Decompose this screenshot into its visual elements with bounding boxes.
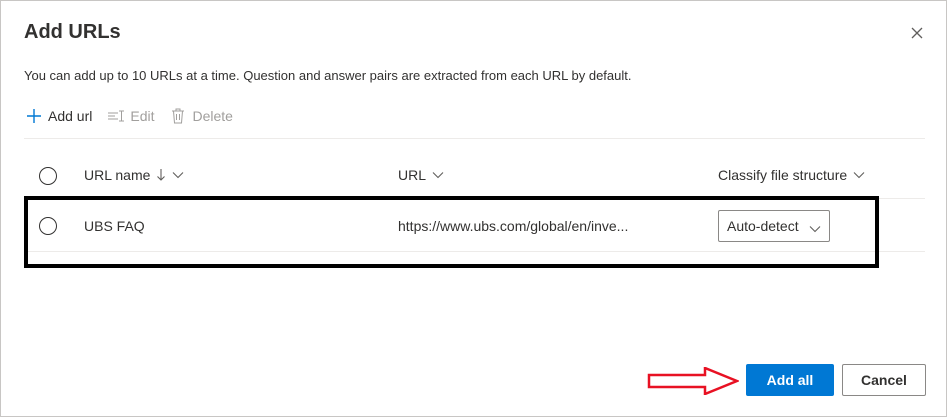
sort-down-arrow-icon	[156, 168, 166, 182]
column-header-label: URL	[398, 167, 427, 183]
dialog-title: Add URLs	[24, 21, 121, 43]
column-header-classify[interactable]: Classify file structure	[718, 167, 865, 183]
header-divider	[24, 198, 925, 199]
delete-button[interactable]: Delete	[168, 106, 233, 126]
table-header-row: URL name URL Classify file structure	[24, 156, 925, 196]
classify-dropdown-value: Auto-detect	[727, 218, 799, 234]
chevron-down-icon	[172, 171, 184, 179]
toolbar: Add url Edit Delete	[24, 105, 247, 127]
close-button[interactable]	[907, 23, 927, 43]
chevron-down-icon	[809, 220, 821, 236]
add-url-label: Add url	[48, 108, 93, 124]
edit-button[interactable]: Edit	[106, 106, 154, 126]
add-urls-dialog: Add URLs You can add up to 10 URLs at a …	[0, 0, 947, 417]
column-header-url-name[interactable]: URL name	[84, 167, 184, 183]
delete-label: Delete	[192, 108, 233, 124]
add-url-button[interactable]: Add url	[24, 106, 92, 126]
url-cell: https://www.ubs.com/global/en/inve...	[398, 218, 629, 234]
column-header-label: Classify file structure	[718, 167, 848, 183]
chevron-down-icon	[853, 171, 865, 179]
toolbar-divider	[24, 138, 925, 139]
close-icon	[911, 27, 923, 39]
url-name-cell: UBS FAQ	[84, 218, 145, 234]
trash-icon	[168, 106, 188, 126]
add-all-button[interactable]: Add all	[746, 364, 834, 396]
row-select-radio[interactable]	[39, 217, 57, 235]
column-header-url[interactable]: URL	[398, 167, 444, 183]
column-header-label: URL name	[84, 167, 151, 183]
edit-icon	[106, 106, 126, 126]
chevron-down-icon	[432, 171, 444, 179]
table-row[interactable]: UBS FAQ https://www.ubs.com/global/en/in…	[24, 200, 925, 252]
dialog-description: You can add up to 10 URLs at a time. Que…	[24, 68, 632, 83]
edit-label: Edit	[130, 108, 155, 124]
annotation-arrow-icon	[647, 366, 741, 400]
cancel-button[interactable]: Cancel	[842, 364, 926, 396]
select-all-radio[interactable]	[39, 167, 57, 185]
plus-icon	[24, 106, 44, 126]
classify-dropdown[interactable]: Auto-detect	[718, 210, 830, 242]
